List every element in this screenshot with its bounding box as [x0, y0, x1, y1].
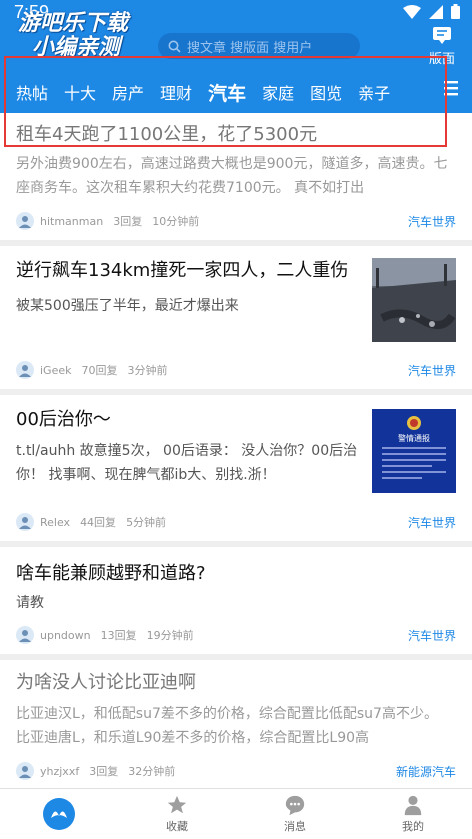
police-notice-title: 警情通报 — [398, 433, 430, 443]
menu-icon[interactable] — [444, 80, 458, 96]
star-icon — [167, 795, 187, 814]
avatar — [16, 212, 34, 230]
post-forum[interactable]: 汽车世界 — [408, 362, 456, 379]
post-replies: 70回复 — [81, 364, 118, 377]
post-author[interactable]: iGeek — [40, 364, 72, 377]
post-replies: 3回复 — [113, 215, 143, 228]
post-forum[interactable]: 汽车世界 — [408, 627, 456, 644]
person-icon — [404, 795, 422, 816]
post-author[interactable]: Relex — [40, 516, 70, 529]
nav-favorites-label: 收藏 — [166, 820, 188, 833]
post-time: 32分钟前 — [128, 765, 176, 778]
post-author[interactable]: yhzjxxf — [40, 765, 79, 778]
post-replies: 13回复 — [100, 629, 137, 642]
post-meta: yhzjxxf 3回复 32分钟前 新能源汽车 — [16, 762, 456, 780]
post-replies: 44回复 — [80, 516, 117, 529]
avatar — [16, 361, 34, 379]
banmian-button[interactable]: 版面 — [424, 26, 460, 67]
tab-tulan[interactable]: 图览 — [310, 80, 342, 104]
user-avatar-icon — [19, 216, 31, 228]
home-logo-icon — [43, 798, 75, 830]
search-placeholder: 搜文章 搜版面 搜用户 — [187, 40, 313, 56]
post-forum[interactable]: 汽车世界 — [408, 514, 456, 531]
user-avatar-icon — [19, 365, 31, 377]
nav-profile[interactable]: 我的 — [354, 789, 472, 839]
tab-retie[interactable]: 热帖 — [16, 80, 48, 104]
post-thumbnail: 警情通报 — [372, 409, 456, 493]
brand-watermark: 游吧乐下载 小编亲测 — [18, 12, 128, 60]
post-snippet: t.tl/auhh 故意撞5次， 00后语录： 没人治你？00后治你！ 找事啊、… — [16, 443, 358, 483]
nav-messages-label: 消息 — [284, 820, 306, 833]
search-input[interactable]: 搜文章 搜版面 搜用户 — [158, 33, 360, 59]
post-forum[interactable]: 新能源汽车 — [396, 763, 456, 780]
board-icon — [433, 27, 451, 44]
avatar — [16, 513, 34, 531]
bottom-nav: 收藏 消息 我的 — [0, 788, 472, 839]
tab-shida[interactable]: 十大 — [64, 80, 96, 104]
chat-bubble-icon — [285, 795, 305, 816]
battery-icon — [451, 4, 460, 19]
brand-line2: 小编亲测 — [32, 35, 121, 60]
post-author[interactable]: hitmanman — [40, 215, 103, 228]
post-snippet: 被某500强压了半年，最近才爆出来 — [16, 298, 239, 314]
post-card[interactable]: 逆行飙车134km撞死一家四人，二人重伤 被某500强压了半年，最近才爆出来 i… — [0, 246, 472, 389]
post-meta: hitmanman 3回复 10分钟前 汽车世界 — [16, 212, 456, 230]
tab-licai[interactable]: 理财 — [160, 80, 192, 104]
accident-photo-image — [372, 258, 456, 342]
tab-jiating[interactable]: 家庭 — [262, 80, 294, 104]
search-icon — [168, 40, 181, 53]
post-time: 19分钟前 — [146, 629, 194, 642]
nav-favorites[interactable]: 收藏 — [118, 789, 236, 839]
nav-messages[interactable]: 消息 — [236, 789, 354, 839]
post-author[interactable]: upndown — [40, 629, 91, 642]
user-avatar-icon — [19, 630, 31, 642]
post-title: 啥车能兼顾越野和道路? — [16, 563, 206, 584]
post-thumbnail — [372, 258, 456, 342]
signal-icon — [429, 4, 443, 19]
avatar — [16, 626, 34, 644]
post-meta: Relex 44回复 5分钟前 汽车世界 — [16, 513, 456, 531]
tab-fangchan[interactable]: 房产 — [112, 80, 144, 104]
post-snippet: 比亚迪汉L，和低配su7差不多的价格，综合配置比低配su7高不少。 比亚迪唐L，… — [16, 706, 438, 746]
post-time: 10分钟前 — [152, 215, 200, 228]
banmian-label: 版面 — [428, 52, 455, 67]
tab-qinzi[interactable]: 亲子 — [358, 80, 390, 104]
post-time: 5分钟前 — [126, 516, 167, 529]
brand-line1: 游吧乐下载 — [18, 11, 129, 36]
police-notice-image: 警情通报 — [372, 409, 456, 493]
status-icons — [403, 4, 460, 19]
post-card[interactable]: 啥车能兼顾越野和道路? 请教 upndown 13回复 19分钟前 汽车世界 — [0, 547, 472, 654]
nav-profile-label: 我的 — [402, 820, 424, 833]
post-meta: upndown 13回复 19分钟前 汽车世界 — [16, 626, 456, 644]
user-avatar-icon — [19, 517, 31, 529]
post-card[interactable]: 租车4天跑了1100公里，花了5300元 另外油费900左右，高速过路费大概也是… — [0, 113, 472, 240]
post-replies: 3回复 — [89, 765, 119, 778]
avatar — [16, 762, 34, 780]
user-avatar-icon — [19, 766, 31, 778]
post-title: 租车4天跑了1100公里，花了5300元 — [16, 124, 318, 145]
post-meta: iGeek 70回复 3分钟前 汽车世界 — [16, 361, 456, 379]
top-header: 7:59 游吧乐下载 小编亲测 搜文章 搜版面 搜用户 版面 热帖 十大 房产 … — [0, 0, 472, 125]
nav-home[interactable] — [0, 789, 118, 839]
tab-qiche[interactable]: 汽车 — [208, 79, 246, 106]
wifi-icon — [403, 4, 421, 19]
post-snippet: 请教 — [16, 595, 44, 611]
post-snippet: 另外油费900左右，高速过路费大概也是900元，隧道多，高速贵。七座商务车。这次… — [16, 156, 448, 196]
post-forum[interactable]: 汽车世界 — [408, 213, 456, 230]
post-card[interactable]: 00后治你～ t.tl/auhh 故意撞5次， 00后语录： 没人治你？00后治… — [0, 395, 472, 541]
post-time: 3分钟前 — [127, 364, 168, 377]
category-tabs: 热帖 十大 房产 理财 汽车 家庭 图览 亲子 — [0, 70, 472, 114]
post-card[interactable]: 为啥没人讨论比亚迪啊 比亚迪汉L，和低配su7差不多的价格，综合配置比低配su7… — [0, 660, 472, 788]
post-title: 为啥没人讨论比亚迪啊 — [16, 672, 196, 693]
